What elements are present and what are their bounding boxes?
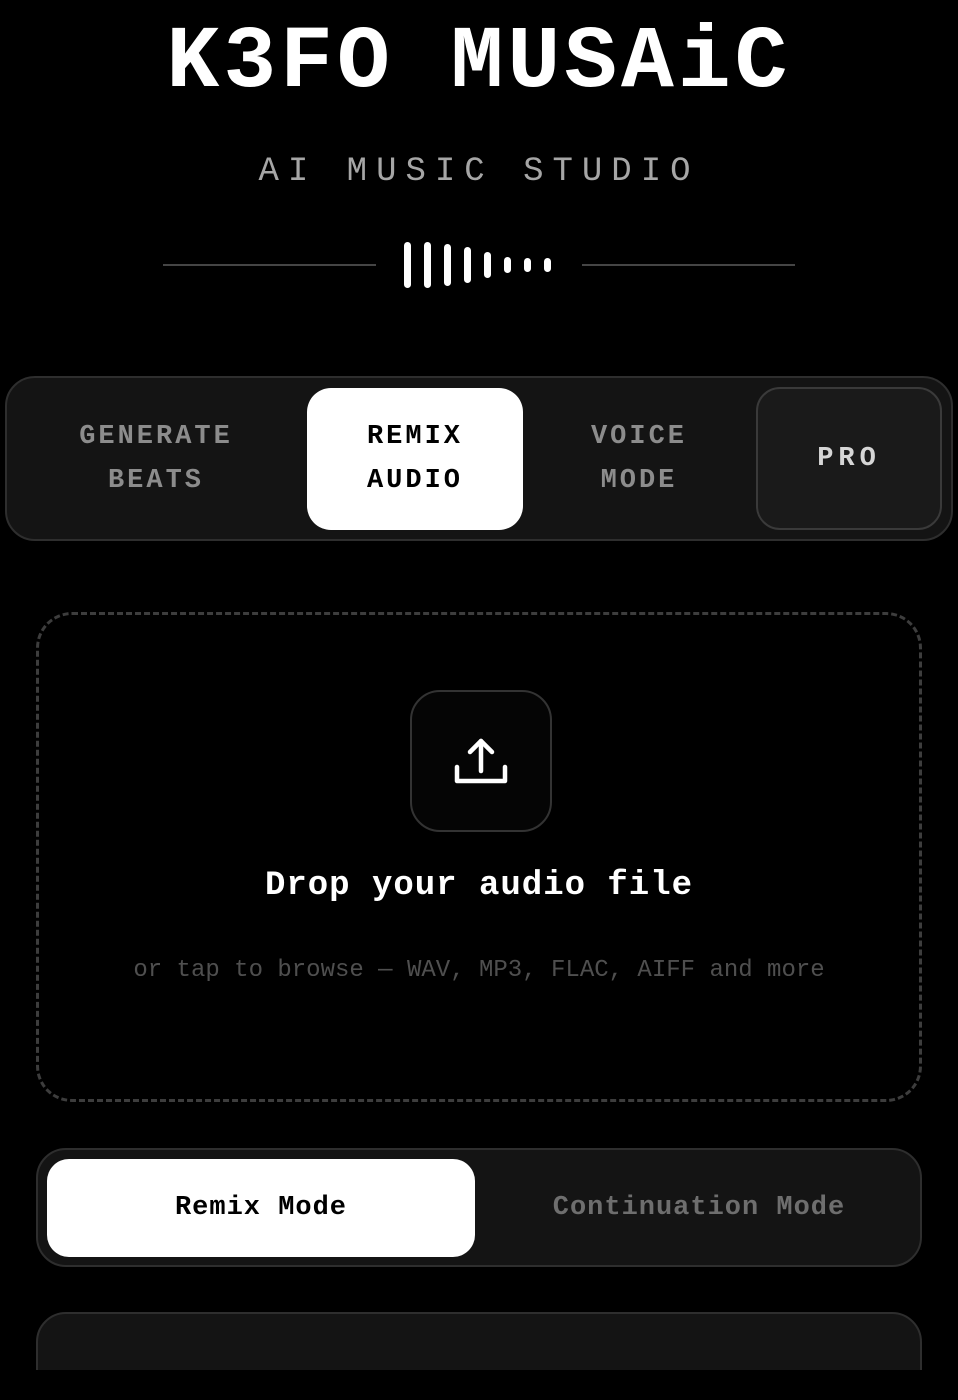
wave-bar — [524, 258, 531, 272]
tab-label: VOICE MODE — [591, 415, 687, 503]
tab-label: GENERATE BEATS — [79, 415, 233, 503]
app-screen: K3FO MUSAiC AI MUSIC STUDIO GENERATE BEA… — [0, 0, 958, 1400]
wave-bar — [484, 252, 491, 278]
app-title: K3FO MUSAiC — [166, 14, 792, 113]
wave-bar — [464, 247, 471, 283]
tab-label-line1: PRO — [817, 443, 881, 474]
tab-label-line2: MODE — [600, 466, 678, 496]
wave-bar — [444, 244, 451, 286]
dropzone-hint: or tap to browse — WAV, MP3, FLAC, AIFF … — [133, 957, 825, 984]
tab-generate-beats[interactable]: GENERATE BEATS — [27, 388, 285, 530]
divider-right — [582, 264, 795, 266]
tab-pro[interactable]: PRO — [756, 387, 942, 530]
wave-bar — [504, 257, 511, 273]
tab-label: REMIX AUDIO — [367, 415, 463, 503]
mode-toggle: Remix Mode Continuation Mode — [36, 1148, 922, 1267]
mode-tabs: GENERATE BEATS REMIX AUDIO VOICE MODE PR… — [5, 376, 953, 541]
viewport-bottom-edge — [0, 1370, 958, 1400]
tab-remix-audio[interactable]: REMIX AUDIO — [307, 388, 523, 530]
tab-label-line1: REMIX — [366, 422, 463, 452]
app-subtitle: AI MUSIC STUDIO — [258, 153, 700, 191]
divider-left — [163, 264, 376, 266]
dropzone-title: Drop your audio file — [264, 867, 694, 905]
waveform-icon — [400, 240, 560, 290]
upload-icon — [454, 738, 508, 784]
tab-label-line1: VOICE — [590, 422, 687, 452]
tab-voice-mode[interactable]: VOICE MODE — [543, 388, 735, 530]
wave-bar — [544, 258, 551, 272]
wave-bar — [404, 242, 411, 288]
tab-label-line1: GENERATE — [79, 422, 233, 452]
remix-mode-button[interactable]: Remix Mode — [47, 1159, 475, 1257]
tab-label-line2: AUDIO — [366, 466, 463, 496]
continuation-mode-button[interactable]: Continuation Mode — [484, 1159, 914, 1257]
wave-bar — [424, 242, 431, 288]
tab-label-line2: BEATS — [107, 466, 204, 496]
upload-icon-box[interactable] — [410, 690, 552, 832]
audio-dropzone[interactable]: Drop your audio file or tap to browse — … — [36, 612, 922, 1102]
